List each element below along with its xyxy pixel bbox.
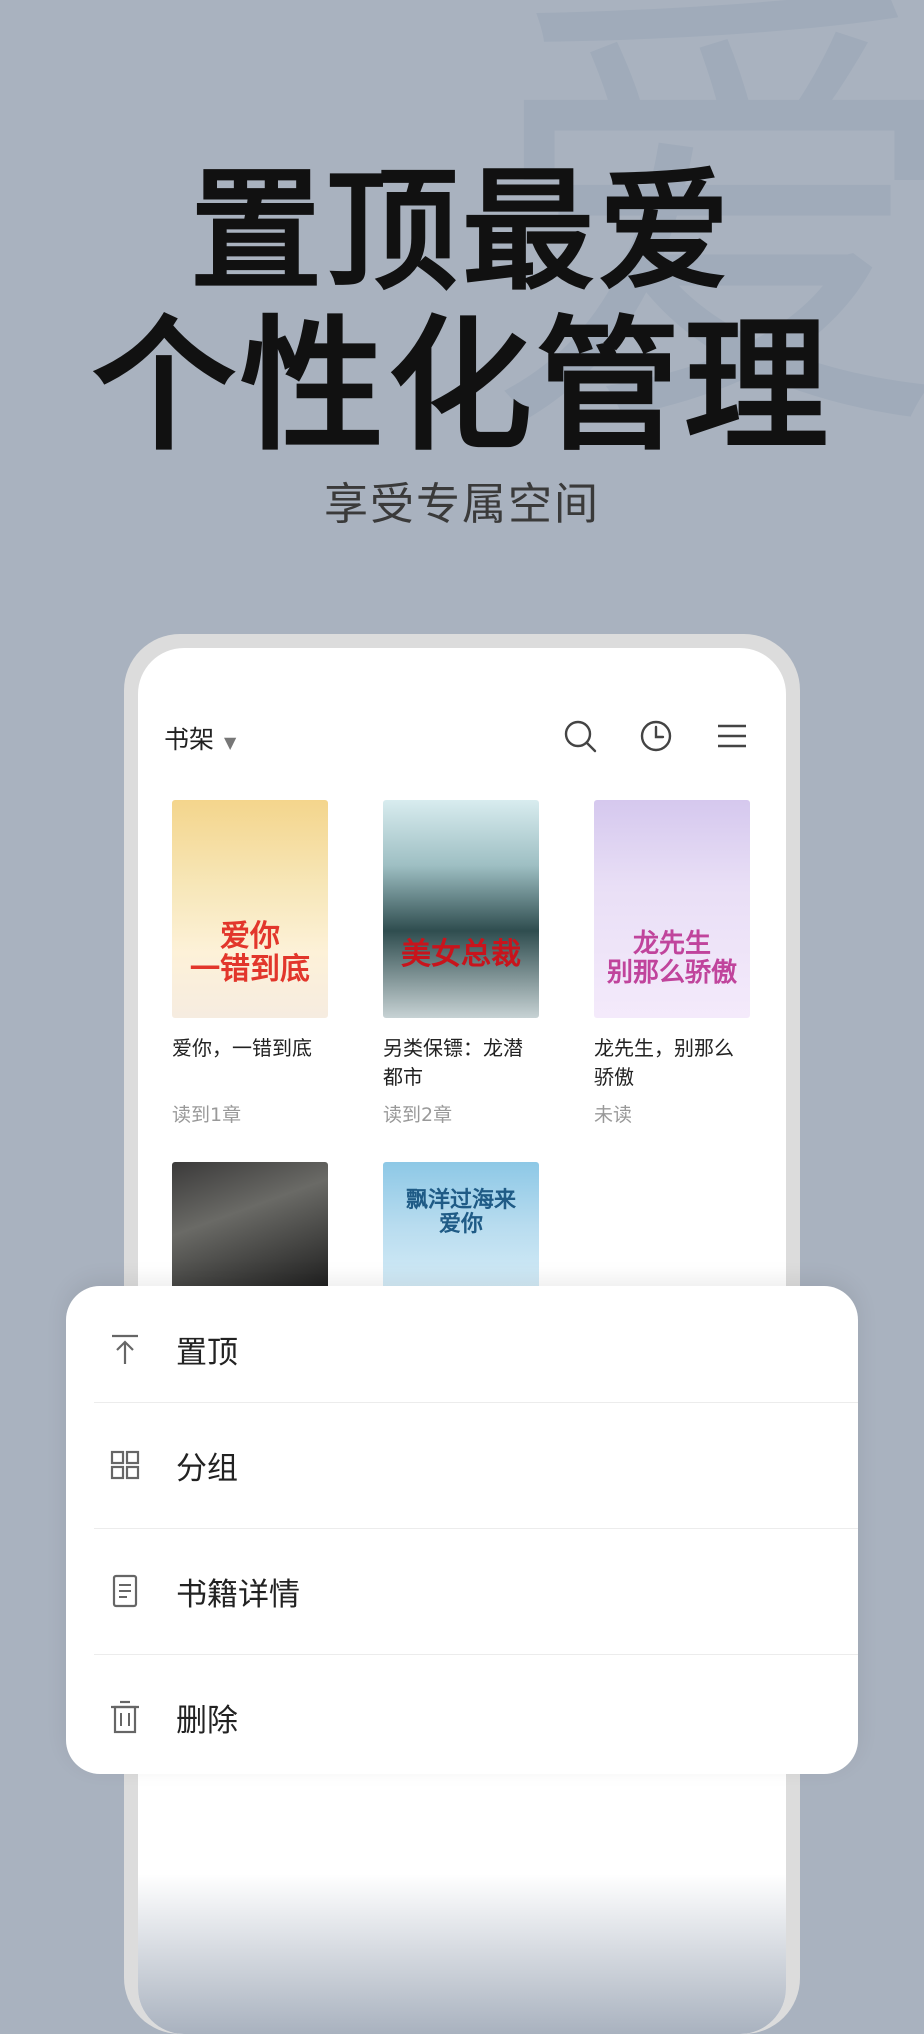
menu-item-label: 置顶: [176, 1334, 238, 1371]
book-cover[interactable]: [172, 1162, 328, 1290]
book-item[interactable]: 爱你 一错到底 爱你，一错到底 读到1章: [172, 800, 328, 1126]
book-title: 爱你，一错到底: [172, 1036, 312, 1060]
menu-item-label: 删除: [176, 1702, 238, 1739]
book-cover[interactable]: 龙先生 别那么骄傲: [594, 800, 750, 1018]
document-icon: [112, 1574, 138, 1608]
caret-down-icon: ▼: [224, 733, 237, 752]
history-clock-icon[interactable]: [638, 718, 674, 754]
menu-icon[interactable]: [714, 718, 750, 754]
book-cover[interactable]: 爱你 一错到底: [172, 800, 328, 1018]
menu-item-group[interactable]: 分组: [94, 1402, 858, 1528]
book-title: 另类保镖：龙潜都市: [383, 1036, 523, 1089]
book-item[interactable]: 龙先生 别那么骄傲 龙先生，别那么骄傲 未读: [594, 800, 750, 1126]
menu-item-delete[interactable]: 删除: [94, 1654, 858, 1780]
hero-subtitle: 享受专属空间: [324, 479, 600, 530]
cover-title: 爱你 一错到底: [190, 919, 310, 987]
book-title: 龙先生，别那么骄傲: [594, 1036, 734, 1089]
action-sheet: 置顶 分组 书籍详情 删除: [66, 1286, 858, 1774]
menu-item-pin-top[interactable]: 置顶: [94, 1286, 858, 1412]
book-item[interactable]: 美女总裁 另类保镖：龙潜都市 读到2章: [383, 800, 539, 1126]
book-progress: 未读: [594, 1104, 633, 1126]
book-cover[interactable]: 美女总裁: [383, 800, 539, 1018]
book-cover[interactable]: 飘洋过海来爱你: [383, 1162, 539, 1290]
menu-item-label: 分组: [176, 1450, 238, 1487]
pin-top-icon: [112, 1334, 138, 1364]
book-progress: 读到1章: [172, 1104, 242, 1126]
hero-title-line2: 个性化管理: [91, 301, 832, 470]
cover-title: 飘洋过海来爱你: [405, 1187, 516, 1238]
book-progress: 读到2章: [383, 1104, 453, 1126]
menu-item-label: 书籍详情: [176, 1576, 300, 1613]
shelf-dropdown[interactable]: 书架 ▼: [164, 720, 236, 756]
cover-title: 美女总裁: [401, 937, 521, 972]
cover-title: 龙先生 别那么骄傲: [606, 929, 737, 988]
menu-item-book-details[interactable]: 书籍详情: [94, 1528, 858, 1654]
shelf-title: 书架: [164, 725, 215, 754]
book-item[interactable]: [172, 1162, 328, 1290]
search-icon[interactable]: [562, 718, 598, 754]
book-item[interactable]: 飘洋过海来爱你: [383, 1162, 539, 1290]
bottom-fade: [138, 1874, 786, 2034]
trash-icon: [111, 1700, 139, 1734]
grid-icon: [110, 1450, 140, 1480]
